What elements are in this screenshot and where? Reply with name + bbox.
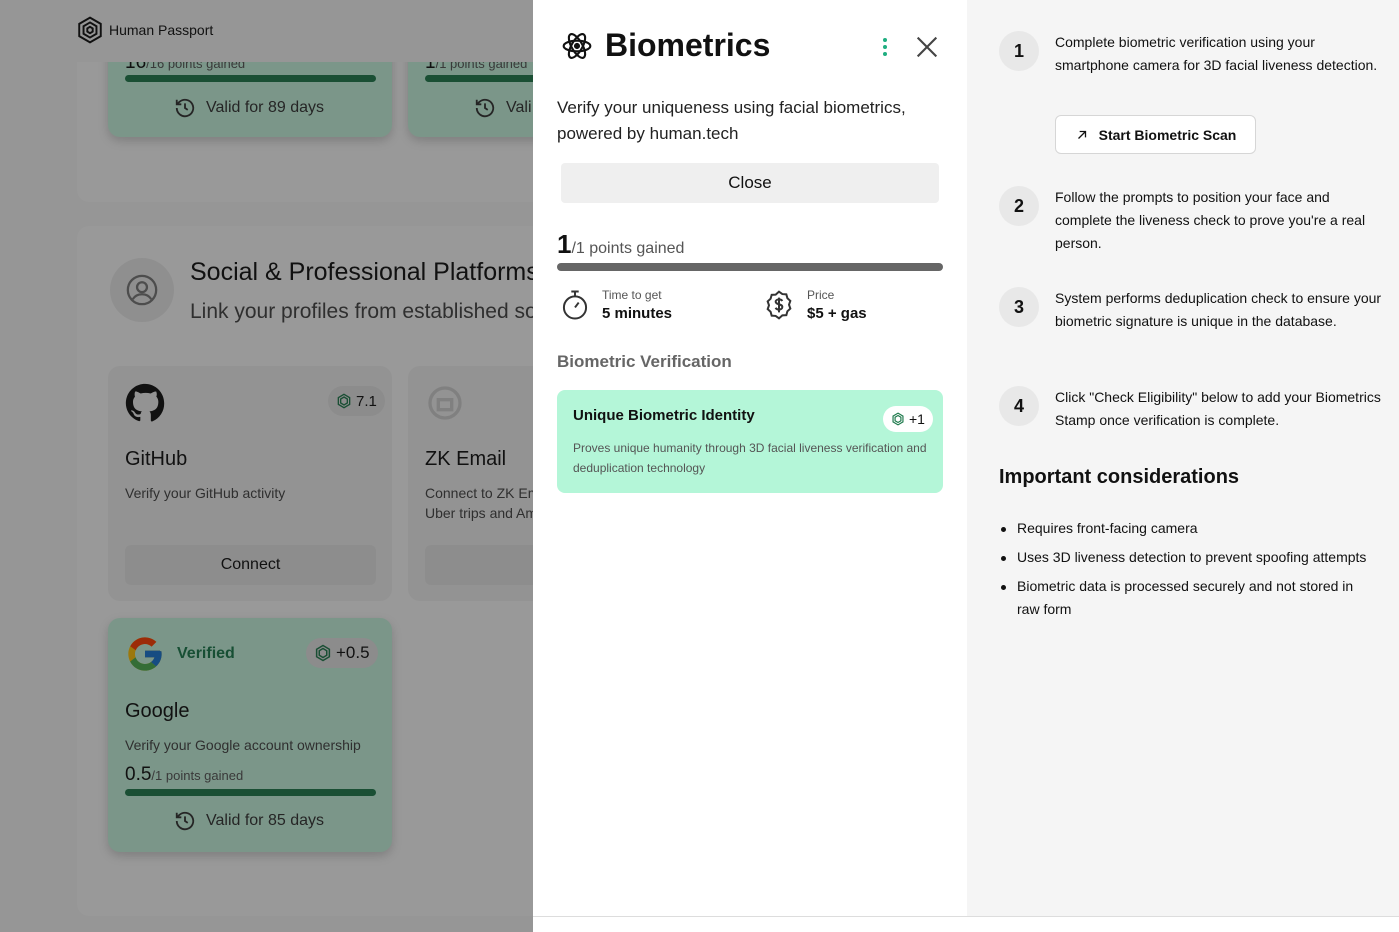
start-biometric-scan-button[interactable]: Start Biometric Scan [1055,115,1256,154]
stopwatch-icon [562,290,588,320]
considerations-title: Important considerations [999,466,1240,488]
points-gained: 1/1 points gained [557,229,685,259]
dollar-badge-icon [766,290,792,320]
points-progress-bar [557,263,943,271]
consideration-item: Uses 3D liveness detection to prevent sp… [999,546,1379,569]
considerations-list: Requires front-facing camera Uses 3D liv… [999,517,1379,627]
step-number: 3 [999,287,1039,327]
step-text: Complete biometric verification using yo… [1055,34,1378,73]
close-button[interactable]: Close [561,163,939,203]
step-text: System performs deduplication check to e… [1055,290,1382,329]
credential-card: Unique Biometric Identity +1 Proves uniq… [557,390,943,493]
more-options-icon[interactable] [877,34,893,60]
drawer-header: Biometrics [561,27,770,64]
drawer-main-panel: Biometrics Verify your uniqueness using … [533,0,967,916]
section-heading: Biometric Verification [557,352,732,371]
step-number: 1 [999,31,1039,71]
step-text: Follow the prompts to position your face… [1055,189,1366,251]
drawer-footer [533,916,1399,932]
step-number: 2 [999,186,1039,226]
credential-description: Proves unique humanity through 3D facial… [573,441,927,475]
consideration-item: Requires front-facing camera [999,517,1379,540]
time-to-get: Time to get 5 minutes [560,288,672,322]
biometrics-drawer: Biometrics Verify your uniqueness using … [533,0,1399,932]
consideration-item: Biometric data is processed securely and… [999,575,1379,621]
drawer-title: Biometrics [605,27,771,63]
credential-title: Unique Biometric Identity [573,407,755,424]
price: Price $5 + gas [763,288,867,322]
step-number: 4 [999,386,1039,426]
step-text: Click "Check Eligibility" below to add y… [1055,389,1381,428]
arrow-up-right-icon [1077,130,1086,139]
drawer-description: Verify your uniqueness using facial biom… [557,98,906,143]
passport-icon [892,412,904,426]
atom-icon [562,32,592,59]
close-icon[interactable] [913,33,941,61]
credential-points-badge: +1 [883,406,933,432]
drawer-instructions-panel: 1 Complete biometric verification using … [967,0,1399,916]
